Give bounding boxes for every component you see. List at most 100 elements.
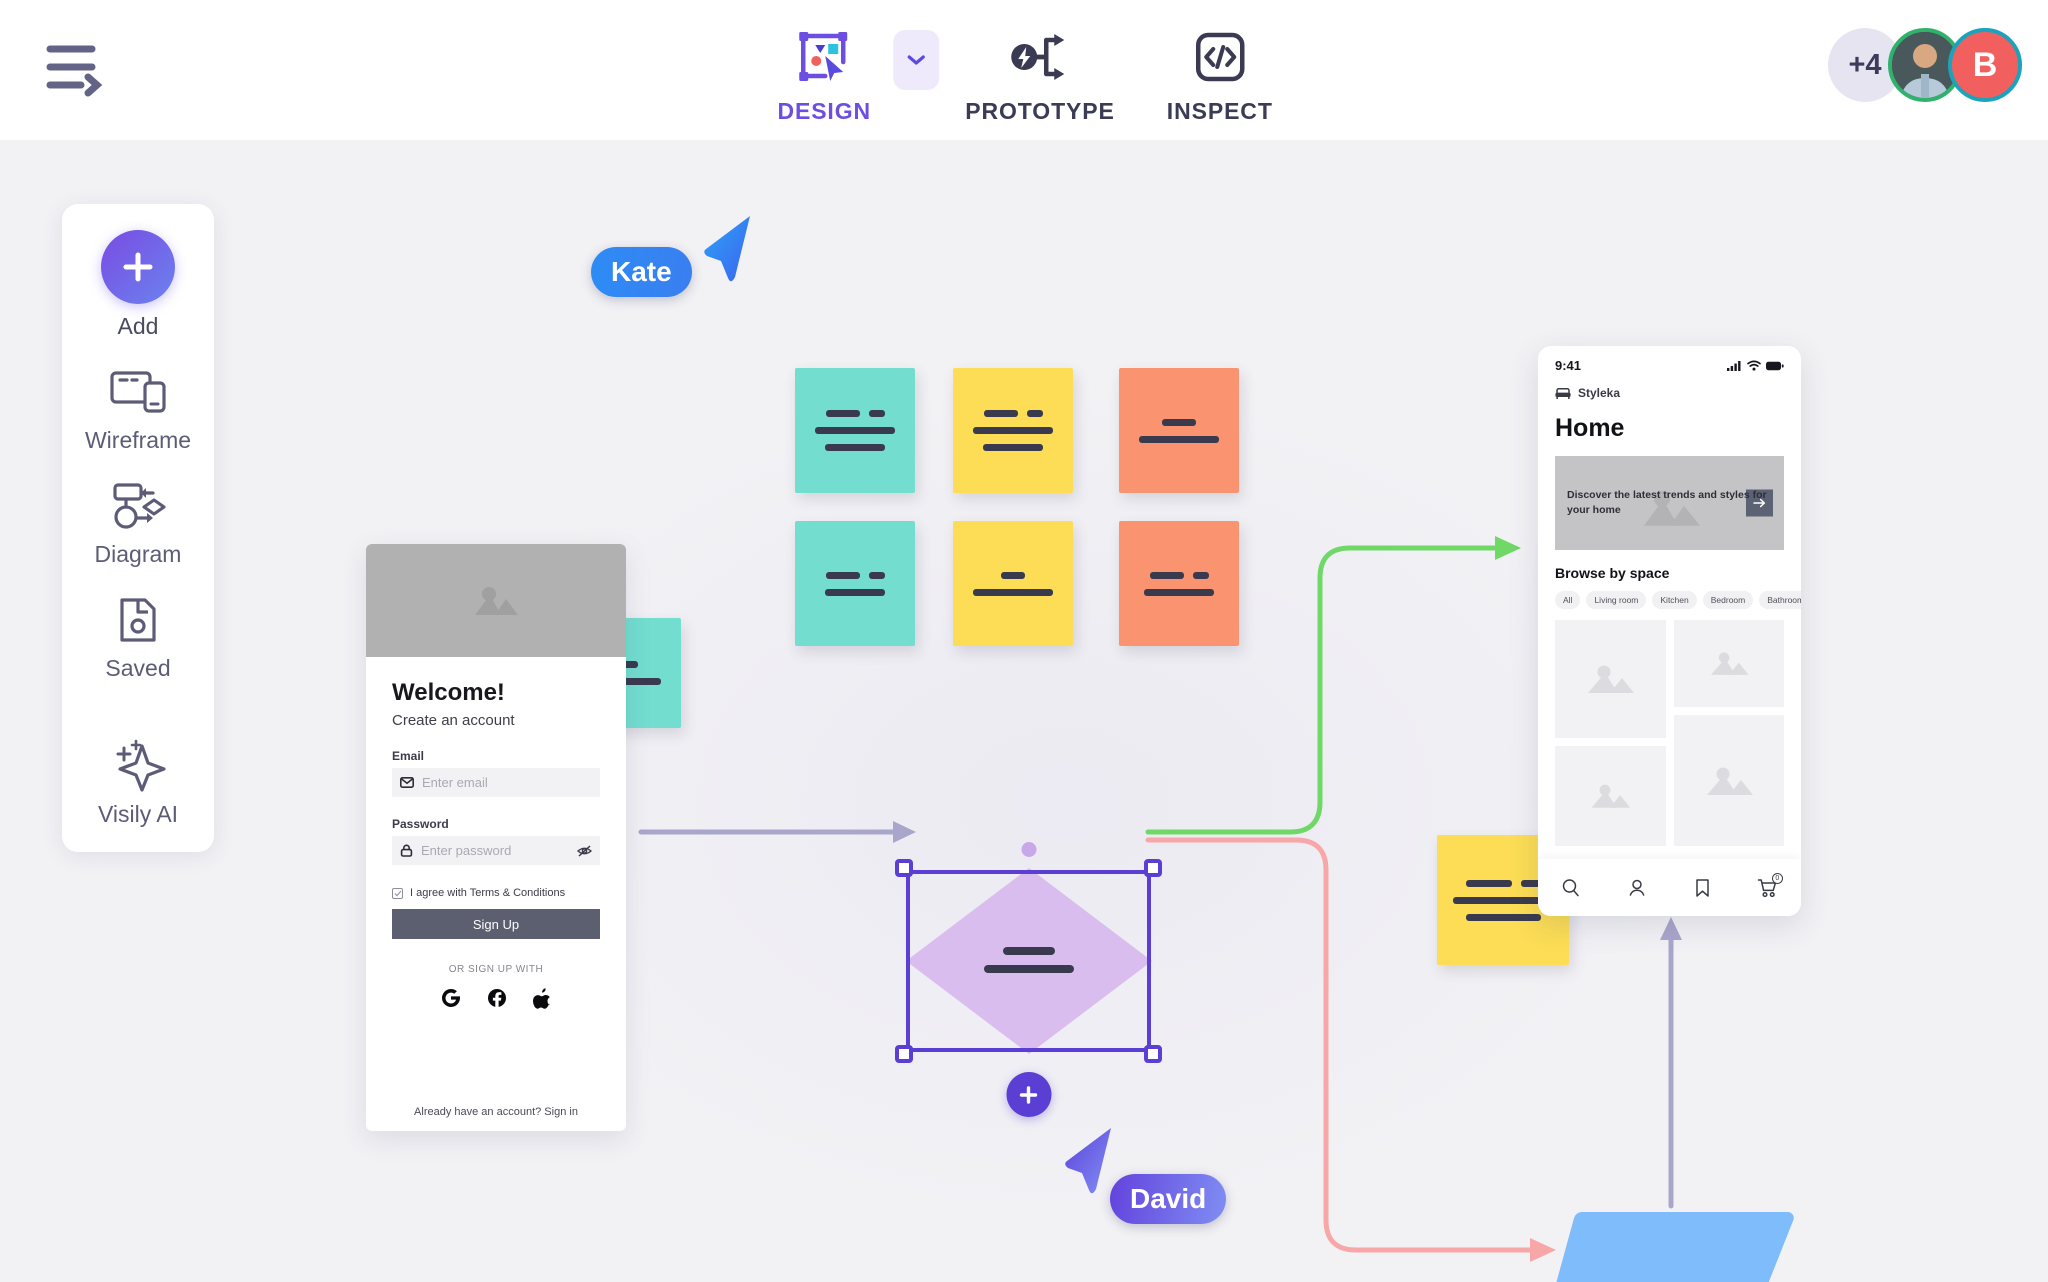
tab-inspect-label: INSPECT [1166, 98, 1273, 124]
phone-brand: Styleka [1538, 373, 1801, 400]
cursor-label-david: David [1110, 1174, 1227, 1224]
product-tile[interactable] [1673, 620, 1784, 707]
social-login-row [392, 988, 600, 1009]
signin-link[interactable]: Already have an account? Sign in [366, 1106, 626, 1118]
phone-hero-banner[interactable]: Discover the latest trends and styles fo… [1555, 456, 1784, 550]
cursor-label-kate: Kate [591, 247, 692, 297]
facebook-icon[interactable] [487, 988, 507, 1009]
email-field[interactable]: Enter email [392, 768, 600, 797]
design-artboard-icon [797, 26, 851, 88]
tab-prototype[interactable]: PROTOTYPE [939, 26, 1141, 125]
cart-badge-count: 0 [1771, 872, 1783, 884]
tool-saved-label: Saved [105, 655, 171, 681]
resize-handle-top-left[interactable] [895, 859, 913, 877]
sticky-text-line [1465, 909, 1541, 926]
phone-filter-chip[interactable]: Kitchen [1652, 591, 1697, 609]
tool-visily-ai[interactable]: Visily AI [97, 739, 179, 828]
phone-filter-chips: All Living room Kitchen Bedroom Bathroom [1538, 581, 1801, 609]
phone-hero-text: Discover the latest trends and styles fo… [1567, 488, 1767, 516]
bookmark-icon[interactable] [1694, 878, 1711, 898]
signup-wireframe-card[interactable]: Welcome! Create an account Email Enter e… [366, 544, 626, 1131]
phone-mockup[interactable]: 9:41 Styleka Home Discover the latest tr… [1538, 346, 1801, 916]
inspect-code-icon [1194, 26, 1246, 88]
avatar-initial[interactable]: B [1948, 28, 2022, 102]
sticky-text-line [825, 584, 885, 601]
sticky-note[interactable] [1119, 368, 1239, 493]
design-canvas[interactable]: Add Wireframe Diagram Saved Visily AI Ka… [0, 140, 2048, 1282]
tab-inspect[interactable]: INSPECT [1141, 26, 1299, 125]
password-field[interactable]: Enter password [392, 836, 600, 865]
selected-diamond-group[interactable] [895, 842, 1162, 1117]
saved-file-icon [115, 594, 161, 646]
tab-design[interactable]: DESIGN [749, 26, 899, 125]
sticky-text-line [1001, 567, 1025, 584]
phone-filter-chip[interactable]: Bathroom [1759, 591, 1801, 609]
signup-hero-image [366, 544, 626, 657]
search-icon[interactable] [1561, 878, 1581, 898]
apple-icon[interactable] [533, 988, 551, 1009]
sticky-note[interactable] [795, 368, 915, 493]
cursor-pointer-icon [1065, 1128, 1111, 1194]
plus-icon [1019, 1085, 1038, 1104]
tool-saved[interactable]: Saved [105, 594, 171, 682]
tool-diagram-label: Diagram [94, 541, 182, 567]
phone-filter-chip[interactable]: Bedroom [1702, 591, 1754, 609]
tool-visily-label: Visily AI [97, 801, 179, 827]
image-placeholder-icon [1706, 767, 1753, 795]
cart-icon[interactable]: 0 [1757, 872, 1783, 898]
phone-page-title: Home [1555, 414, 1625, 442]
left-tool-panel: Add Wireframe Diagram Saved Visily AI [62, 204, 214, 852]
tab-design-label: DESIGN [777, 98, 872, 124]
profile-icon[interactable] [1627, 878, 1647, 898]
sticky-text-line [825, 439, 885, 456]
sticky-text-line [1465, 875, 1541, 892]
image-placeholder-icon [475, 586, 518, 615]
terms-checkbox-row[interactable]: I agree with Terms & Conditions [392, 887, 600, 899]
sticky-note[interactable] [953, 521, 1073, 646]
google-icon[interactable] [441, 988, 461, 1009]
mail-icon [400, 777, 414, 788]
sticky-text-line [983, 405, 1043, 422]
phone-filter-chip[interactable]: Living room [1586, 591, 1647, 609]
sign-up-button[interactable]: Sign Up [392, 909, 600, 939]
product-tile[interactable] [1673, 715, 1784, 846]
tool-wireframe[interactable]: Wireframe [85, 366, 191, 454]
phone-bottom-nav: 0 [1538, 859, 1801, 916]
sticky-note[interactable] [795, 521, 915, 646]
sticky-note[interactable] [953, 368, 1073, 493]
top-toolbar: DESIGN PROTOTYPE INSPECT +4 B [0, 0, 2048, 140]
menu-toggle-button[interactable] [45, 40, 107, 98]
email-placeholder: Enter email [422, 775, 488, 790]
sticky-note[interactable] [1119, 521, 1239, 646]
resize-handle-bottom-left[interactable] [895, 1045, 913, 1063]
avatar-initial-label: B [1972, 45, 1998, 84]
phone-filter-chip[interactable]: All [1555, 591, 1581, 609]
product-tile[interactable] [1555, 620, 1666, 738]
signup-title: Welcome! [392, 679, 505, 706]
tool-diagram[interactable]: Diagram [94, 480, 182, 568]
sticky-text-line [825, 405, 885, 422]
tool-add[interactable]: Add [101, 230, 175, 340]
signal-icon [1727, 361, 1741, 371]
rotate-handle[interactable] [1021, 842, 1036, 857]
email-label: Email [392, 749, 425, 763]
avatar-overflow-label: +4 [1848, 48, 1882, 81]
resize-handle-top-right[interactable] [1144, 859, 1162, 877]
status-time: 9:41 [1555, 358, 1582, 373]
sticky-text-line [1139, 431, 1219, 448]
wifi-icon [1747, 360, 1761, 371]
sticky-text-line [815, 422, 895, 439]
phone-product-grid [1538, 609, 1801, 846]
prototype-flow-icon [1010, 26, 1070, 88]
terms-checkbox[interactable] [392, 887, 403, 899]
design-dropdown-button[interactable] [893, 30, 940, 90]
cursor-pointer-icon [704, 216, 750, 282]
add-connected-shape-button[interactable] [1006, 1072, 1051, 1117]
tab-prototype-label: PROTOTYPE [965, 98, 1115, 124]
lock-icon [400, 844, 413, 857]
product-tile[interactable] [1555, 746, 1666, 846]
resize-handle-bottom-right[interactable] [1144, 1045, 1162, 1063]
sticky-text-line [1162, 414, 1196, 431]
parallelogram-shape[interactable] [1550, 1208, 1795, 1282]
eye-off-icon[interactable] [576, 844, 593, 857]
